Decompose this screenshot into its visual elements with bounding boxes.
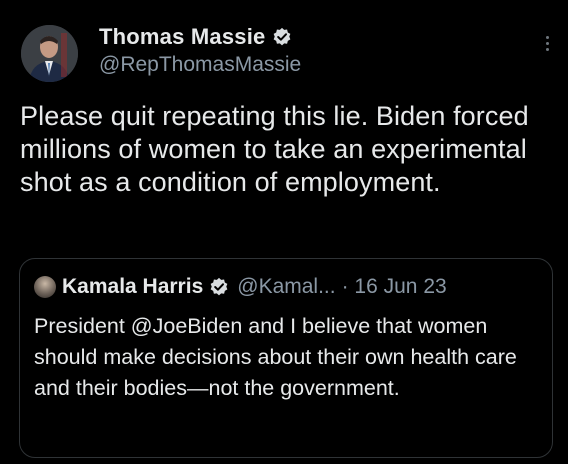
quoted-author-avatar[interactable]: [34, 276, 56, 298]
quoted-author-display-name[interactable]: Kamala Harris: [62, 275, 203, 299]
tweet[interactable]: Thomas Massie @RepThomasMassie Please qu…: [0, 0, 568, 464]
quoted-author-handle[interactable]: @Kamal...: [237, 275, 335, 299]
person-photo-icon: [21, 25, 78, 82]
author-handle[interactable]: @RepThomasMassie: [99, 53, 301, 77]
author-display-name[interactable]: Thomas Massie: [99, 24, 265, 50]
author-name-row: Thomas Massie: [99, 23, 301, 51]
quoted-tweet-header: Kamala Harris @Kamal... · 16 Jun 23: [34, 275, 447, 299]
verified-badge-icon: [209, 277, 229, 297]
verified-badge-icon: [272, 27, 292, 47]
quoted-tweet-date[interactable]: · 16 Jun 23: [342, 275, 447, 299]
tweet-text: Please quit repeating this lie. Biden fo…: [20, 101, 529, 197]
tweet-header: Thomas Massie @RepThomasMassie: [99, 23, 301, 77]
quoted-tweet-text: President @JoeBiden and I believe that w…: [34, 314, 517, 400]
more-vertical-icon[interactable]: [544, 36, 550, 51]
author-avatar[interactable]: [21, 25, 78, 82]
quoted-tweet[interactable]: Kamala Harris @Kamal... · 16 Jun 23 Pres…: [19, 258, 553, 458]
